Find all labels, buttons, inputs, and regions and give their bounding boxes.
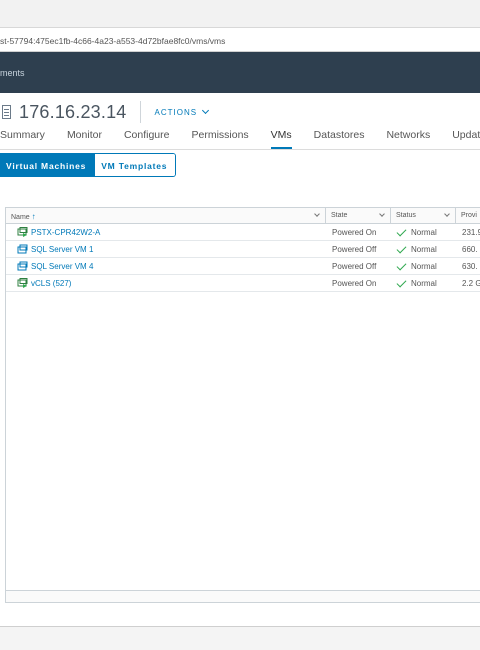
vm-status: Normal: [396, 224, 454, 241]
column-menu-chevron-icon[interactable]: [379, 211, 385, 217]
table-row[interactable]: SQL Server VM 4 Powered Off Normal 630.: [6, 258, 480, 275]
virtual-machines-button[interactable]: Virtual Machines: [0, 154, 95, 176]
column-state-label[interactable]: State: [331, 212, 347, 219]
tab-configure[interactable]: Configure: [124, 129, 170, 149]
vm-state: Powered Off: [332, 262, 377, 271]
actions-label[interactable]: ACTIONS: [155, 108, 198, 117]
recent-tasks-bar: [0, 626, 480, 650]
vm-name-link[interactable]: SQL Server VM 4: [31, 258, 321, 275]
app-header-title: ments: [0, 68, 25, 78]
check-icon: [396, 226, 407, 237]
check-icon: [396, 243, 407, 254]
address-url[interactable]: st-57794:475ec1fb-4c66-4a23-a553-4d72bfa…: [0, 36, 225, 46]
header-divider: [139, 101, 141, 123]
vm-status-label: Normal: [411, 245, 437, 254]
vm-provisioned: 2.2 G: [462, 279, 480, 288]
vm-icon: [17, 261, 28, 271]
vm-state: Powered Off: [332, 245, 377, 254]
column-menu-chevron-icon[interactable]: [444, 211, 450, 217]
vm-name-link[interactable]: PSTX-CPR42W2-A: [31, 224, 321, 241]
vm-name-link[interactable]: SQL Server VM 1: [31, 241, 321, 258]
tab-monitor[interactable]: Monitor: [67, 129, 102, 149]
vm-status: Normal: [396, 258, 454, 275]
chevron-down-icon[interactable]: [202, 106, 210, 115]
column-header-state[interactable]: State: [326, 208, 391, 224]
vm-provisioned: 231.9: [462, 228, 480, 237]
tab-networks[interactable]: Networks: [386, 129, 430, 149]
vm-status: Normal: [396, 275, 454, 292]
tab-vms[interactable]: VMs: [270, 129, 292, 149]
check-icon: [396, 260, 407, 271]
table-row[interactable]: vCLS (527) Powered On Normal 2.2 G: [6, 275, 480, 292]
app-header: ments: [0, 52, 480, 93]
vm-name-link[interactable]: vCLS (527): [31, 275, 321, 292]
vm-provisioned: 660.: [462, 245, 478, 254]
vm-type-toggle: Virtual Machines VM Templates: [0, 153, 177, 177]
column-header-provisioned[interactable]: Provi: [456, 208, 480, 224]
column-header-status[interactable]: Status: [391, 208, 456, 224]
vm-status: Normal: [396, 241, 454, 258]
address-bar[interactable]: st-57794:475ec1fb-4c66-4a23-a553-4d72bfa…: [0, 28, 480, 52]
main-content: 176.16.23.14 ACTIONS Summary Monitor Con…: [0, 93, 480, 626]
column-provisioned-label[interactable]: Provi: [461, 212, 477, 219]
vm-icon: [17, 244, 28, 254]
vm-status-label: Normal: [411, 279, 437, 288]
tab-summary[interactable]: Summary: [0, 129, 45, 149]
datagrid-footer: [6, 590, 480, 602]
sort-up-icon[interactable]: ↑: [32, 212, 36, 221]
object-tabs: Summary Monitor Configure Permissions VM…: [0, 129, 480, 149]
vm-datagrid: Name ↑ State Status Provi PSTX-CPR42W2-A…: [5, 207, 480, 603]
host-header: 176.16.23.14 ACTIONS: [0, 101, 210, 123]
vm-status-label: Normal: [411, 228, 437, 237]
browser-top-bar: [0, 0, 480, 28]
column-menu-chevron-icon[interactable]: [314, 211, 320, 217]
vm-templates-button[interactable]: VM Templates: [94, 154, 176, 176]
column-name-label[interactable]: Name: [11, 214, 30, 221]
column-header-name[interactable]: Name ↑: [6, 208, 326, 224]
datagrid-header: Name ↑ State Status Provi: [6, 208, 480, 224]
tabs-divider: [0, 149, 480, 150]
vm-provisioned: 630.: [462, 262, 478, 271]
vm-state: Powered On: [332, 228, 377, 237]
tab-permissions[interactable]: Permissions: [191, 129, 248, 149]
actions-menu-button[interactable]: ACTIONS: [155, 106, 210, 117]
table-row[interactable]: SQL Server VM 1 Powered Off Normal 660.: [6, 241, 480, 258]
check-icon: [396, 277, 407, 288]
vm-status-label: Normal: [411, 262, 437, 271]
column-status-label[interactable]: Status: [396, 212, 416, 219]
tab-datastores[interactable]: Datastores: [314, 129, 365, 149]
host-icon: [2, 105, 11, 119]
host-name: 176.16.23.14: [19, 101, 127, 122]
vm-state: Powered On: [332, 279, 377, 288]
vm-powered-on-icon: [17, 227, 28, 237]
table-row[interactable]: PSTX-CPR42W2-A Powered On Normal 231.9: [6, 224, 480, 241]
tab-updates[interactable]: Updates: [452, 129, 480, 149]
vm-powered-on-icon: [17, 278, 28, 288]
